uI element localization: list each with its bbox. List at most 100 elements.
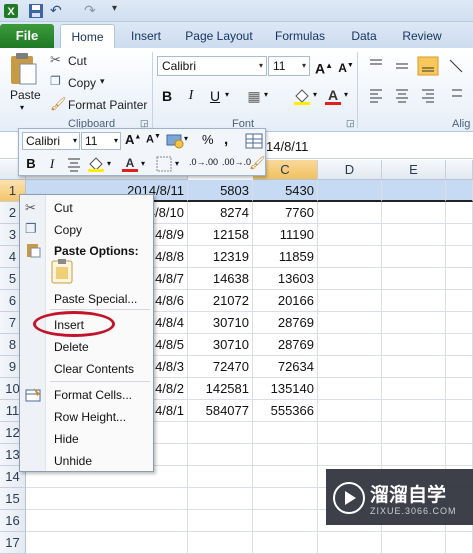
undo-button[interactable]: ↶ — [50, 2, 62, 19]
paste-option-icon[interactable] — [50, 259, 74, 285]
chevron-down-icon[interactable]: ▾ — [107, 159, 111, 168]
table-cell[interactable] — [382, 356, 446, 378]
table-cell[interactable]: 8274 — [188, 202, 253, 224]
mini-font-size-combo[interactable]: 11 ▾ — [81, 132, 121, 150]
menu-item-hide[interactable]: Hide — [54, 432, 79, 446]
tab-page-layout[interactable]: Page Layout — [178, 24, 260, 48]
mini-grow-font-icon[interactable]: A▲ — [125, 132, 141, 147]
mini-format-table-icon[interactable] — [245, 132, 263, 150]
table-cell[interactable]: 555366 — [253, 400, 318, 422]
save-icon[interactable] — [28, 3, 44, 19]
table-cell[interactable] — [446, 334, 473, 356]
table-cell[interactable] — [382, 312, 446, 334]
table-cell[interactable] — [446, 400, 473, 422]
menu-item-delete[interactable]: Delete — [54, 340, 89, 354]
redo-button[interactable]: ↷ — [84, 2, 96, 19]
table-cell[interactable] — [318, 312, 382, 334]
font-size-combo[interactable]: 11 ▾ — [268, 56, 310, 76]
table-cell[interactable] — [318, 444, 382, 466]
menu-item-unhide[interactable]: Unhide — [54, 454, 92, 468]
table-cell[interactable] — [446, 268, 473, 290]
table-cell[interactable] — [318, 532, 382, 554]
table-cell[interactable]: 13603 — [253, 268, 318, 290]
mini-fill-color-icon[interactable] — [87, 155, 105, 173]
table-cell[interactable] — [382, 224, 446, 246]
mini-decrease-decimal-icon[interactable]: .00→.0 — [222, 157, 251, 167]
mini-bold-button[interactable]: B — [22, 155, 40, 173]
mini-borders-icon[interactable] — [155, 155, 173, 173]
font-color-dropdown-icon[interactable]: ▾ — [344, 90, 348, 99]
table-cell[interactable]: 142581 — [188, 378, 253, 400]
menu-item-paste-special[interactable]: Paste Special... — [54, 292, 137, 306]
menu-item-format-cells[interactable]: Format Cells... — [54, 388, 132, 402]
table-cell[interactable] — [382, 246, 446, 268]
table-cell[interactable] — [446, 290, 473, 312]
horizontal-align-icons[interactable] — [366, 86, 466, 106]
shrink-font-icon[interactable]: A▼ — [336, 56, 356, 76]
menu-item-copy[interactable]: Copy — [54, 223, 82, 237]
mini-italic-button[interactable]: I — [43, 155, 61, 173]
format-painter-button[interactable]: Format Painter — [68, 98, 147, 112]
table-cell[interactable]: 72470 — [188, 356, 253, 378]
table-cell[interactable] — [253, 532, 318, 554]
underline-button[interactable]: U — [205, 86, 225, 106]
fill-color-icon[interactable] — [292, 86, 312, 106]
table-cell[interactable] — [253, 466, 318, 488]
table-cell[interactable]: 7760 — [253, 202, 318, 224]
copy-button[interactable]: Copy — [68, 76, 96, 90]
table-cell[interactable] — [318, 268, 382, 290]
table-cell[interactable] — [382, 378, 446, 400]
mini-increase-decimal-icon[interactable]: .0→.00 — [189, 157, 218, 167]
table-cell[interactable] — [318, 224, 382, 246]
table-cell[interactable]: 28769 — [253, 312, 318, 334]
table-cell[interactable] — [446, 422, 473, 444]
copy-dropdown-icon[interactable]: ▾ — [100, 76, 105, 87]
table-cell[interactable] — [318, 290, 382, 312]
vertical-align-icons[interactable] — [366, 56, 466, 76]
table-cell[interactable]: 584077 — [188, 400, 253, 422]
table-cell[interactable] — [188, 466, 253, 488]
table-cell[interactable] — [446, 224, 473, 246]
fill-dropdown-icon[interactable]: ▾ — [313, 90, 317, 99]
tab-formulas[interactable]: Formulas — [268, 24, 332, 48]
table-cell[interactable] — [253, 510, 318, 532]
table-cell[interactable]: 12158 — [188, 224, 253, 246]
table-cell[interactable] — [188, 532, 253, 554]
font-color-icon[interactable]: A — [323, 86, 343, 106]
paste-dropdown-icon[interactable]: ▾ — [20, 103, 24, 112]
table-cell[interactable] — [382, 400, 446, 422]
table-cell[interactable]: 21072 — [188, 290, 253, 312]
borders-icon[interactable]: ▦ — [244, 86, 264, 106]
table-cell[interactable] — [188, 488, 253, 510]
table-cell[interactable] — [318, 246, 382, 268]
italic-button[interactable]: I — [181, 86, 201, 106]
table-cell[interactable]: 12319 — [188, 246, 253, 268]
table-cell[interactable]: 14638 — [188, 268, 253, 290]
table-cell[interactable] — [26, 532, 188, 554]
table-cell[interactable] — [446, 356, 473, 378]
table-cell[interactable] — [318, 400, 382, 422]
mini-comma-button[interactable]: , — [224, 131, 228, 148]
table-cell[interactable] — [446, 202, 473, 224]
table-cell[interactable] — [382, 334, 446, 356]
chevron-down-icon[interactable]: ▾ — [184, 134, 188, 143]
table-cell[interactable]: 20166 — [253, 290, 318, 312]
table-cell[interactable] — [26, 510, 188, 532]
table-cell[interactable] — [253, 488, 318, 510]
mini-center-align-icon[interactable] — [65, 155, 83, 173]
row-header[interactable]: 15 — [0, 488, 26, 510]
table-cell[interactable]: 5430 — [253, 180, 318, 202]
bold-button[interactable]: B — [157, 86, 177, 106]
column-header-d[interactable]: D — [318, 160, 382, 180]
formula-bar-value[interactable]: 14/8/11 — [266, 139, 308, 154]
table-cell[interactable] — [318, 422, 382, 444]
mini-accounting-format-icon[interactable] — [166, 132, 184, 150]
table-cell[interactable] — [26, 488, 188, 510]
table-cell[interactable] — [446, 532, 473, 554]
menu-item-cut[interactable]: Cut — [54, 201, 73, 215]
tab-home[interactable]: Home — [60, 24, 115, 48]
column-header-e[interactable]: E — [382, 160, 446, 180]
table-cell[interactable] — [382, 180, 446, 202]
mini-font-color-icon[interactable]: A — [121, 155, 139, 173]
table-cell[interactable]: 28769 — [253, 334, 318, 356]
